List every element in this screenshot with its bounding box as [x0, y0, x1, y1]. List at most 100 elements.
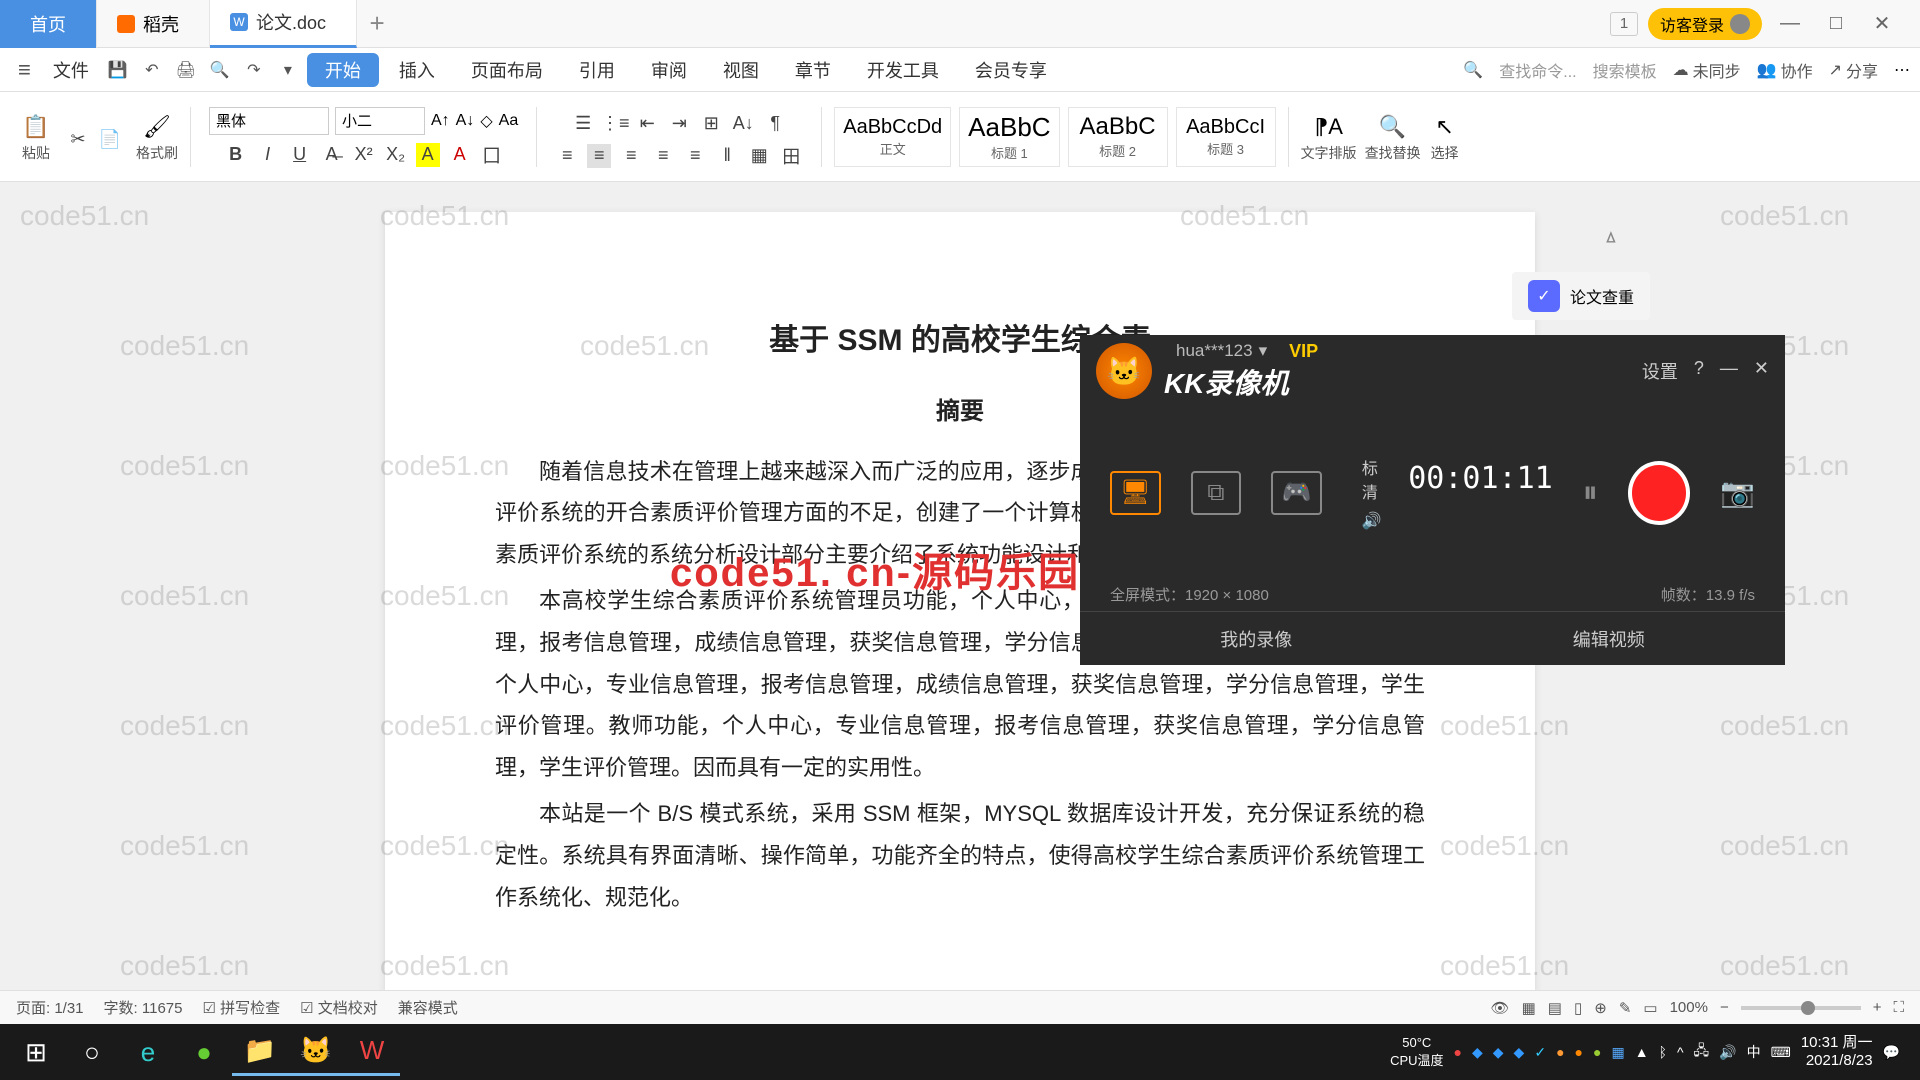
align-dist-icon[interactable]: ≡ — [683, 144, 707, 168]
kk-my-recordings[interactable]: 我的录像 — [1080, 612, 1433, 665]
tray-icon-5[interactable]: ✓ — [1534, 1044, 1546, 1061]
doc-proof[interactable]: ☑ 文档校对 — [300, 997, 378, 1018]
sort-icon[interactable]: A↓ — [731, 112, 755, 136]
explorer-icon[interactable]: 📁 — [232, 1028, 288, 1076]
search-command[interactable]: 查找命令... — [1499, 58, 1576, 82]
bold-icon[interactable]: B — [224, 143, 248, 167]
notification-icon[interactable]: 💬 — [1883, 1044, 1900, 1061]
tray-icon-8[interactable]: ● — [1593, 1044, 1601, 1060]
style-h1[interactable]: AaBbC 标题 1 — [959, 107, 1059, 167]
case-icon[interactable]: Aa — [499, 112, 519, 130]
kk-mode-game[interactable]: 🎮 — [1271, 471, 1322, 515]
tray-icon-9[interactable]: ▦ — [1611, 1044, 1624, 1061]
menu-file[interactable]: 文件 — [43, 57, 99, 83]
menu-start[interactable]: 开始 — [307, 53, 379, 87]
marks-icon[interactable]: ¶ — [763, 112, 787, 136]
tray-icon-3[interactable]: ◆ — [1493, 1044, 1504, 1061]
menu-chapter[interactable]: 章节 — [779, 48, 847, 92]
kk-edit-video[interactable]: 编辑视频 — [1433, 612, 1786, 665]
share-button[interactable]: ↗分享 — [1829, 58, 1878, 82]
keyboard-icon[interactable]: ⌨ — [1771, 1044, 1791, 1061]
kk-minimize-icon[interactable]: — — [1720, 358, 1738, 384]
copy-icon[interactable]: 📄 — [98, 128, 122, 152]
page-indicator[interactable]: 页面: 1/31 — [16, 997, 84, 1018]
text-tools[interactable]: ⁋A 文字排版 — [1301, 111, 1357, 163]
login-badge[interactable]: 访客登录 — [1648, 8, 1762, 40]
borders-icon[interactable]: 田 — [779, 144, 803, 168]
cortana-icon[interactable]: ○ — [64, 1028, 120, 1076]
cut-icon[interactable]: ✂ — [66, 128, 90, 152]
format-brush[interactable]: 🖌 格式刷 — [136, 111, 178, 163]
font-grow-icon[interactable]: A↑ — [431, 112, 450, 130]
outdent-icon[interactable]: ⇤ — [635, 112, 659, 136]
save-icon[interactable]: 💾 — [103, 55, 133, 85]
kk-mode-region[interactable]: ⧉ — [1191, 471, 1242, 515]
menu-insert[interactable]: 插入 — [383, 48, 451, 92]
align-justify-icon[interactable]: ≡ — [651, 144, 675, 168]
view-outline-icon[interactable]: ▤ — [1548, 999, 1562, 1017]
volume-icon[interactable]: 🔊 — [1719, 1044, 1736, 1061]
zoom-value[interactable]: 100% — [1670, 999, 1708, 1016]
dropdown-icon[interactable]: ▾ — [273, 55, 303, 85]
tray-icon-7[interactable]: ● — [1575, 1044, 1583, 1060]
view-read-icon[interactable]: ▯ — [1574, 999, 1582, 1017]
kk-help-icon[interactable]: ? — [1694, 358, 1704, 384]
font-name-select[interactable] — [209, 107, 329, 135]
kk-screenshot-icon[interactable]: 📷 — [1720, 476, 1755, 509]
align-left-icon[interactable]: ≡ — [555, 144, 579, 168]
tab-icon[interactable]: ⊞ — [699, 112, 723, 136]
wps-taskbar-icon[interactable]: W — [344, 1028, 400, 1076]
close-icon[interactable]: ✕ — [1864, 6, 1900, 42]
tray-icon-1[interactable]: ● — [1454, 1044, 1462, 1060]
hamburger-icon[interactable]: ≡ — [10, 57, 39, 83]
bullets-icon[interactable]: ☰ — [571, 112, 595, 136]
style-h2[interactable]: AaBbC 标题 2 — [1068, 107, 1168, 167]
kk-taskbar-icon[interactable]: 🐱 — [288, 1028, 344, 1076]
numbering-icon[interactable]: ⋮≡ — [603, 112, 627, 136]
style-normal[interactable]: AaBbCcDd 正文 — [834, 107, 951, 167]
redo-icon[interactable]: ↷ — [239, 55, 269, 85]
fit-icon[interactable]: ▭ — [1643, 999, 1657, 1017]
tray-icon-10[interactable]: ▲ — [1635, 1044, 1649, 1060]
select-tool[interactable]: ↖ 选择 — [1429, 111, 1461, 163]
kk-close-icon[interactable]: ✕ — [1754, 358, 1769, 384]
bluetooth-icon[interactable]: ᛒ — [1659, 1044, 1667, 1060]
menu-review[interactable]: 审阅 — [635, 48, 703, 92]
ie-icon[interactable]: e — [120, 1028, 176, 1076]
menu-vip[interactable]: 会员专享 — [959, 48, 1063, 92]
kk-settings[interactable]: 设置 — [1642, 358, 1678, 384]
eye-icon[interactable]: 👁 — [1491, 999, 1510, 1017]
menu-reference[interactable]: 引用 — [563, 48, 631, 92]
underline-icon[interactable]: U — [288, 143, 312, 167]
menu-layout[interactable]: 页面布局 — [455, 48, 559, 92]
shading-icon[interactable]: ▦ — [747, 144, 771, 168]
paste-button[interactable]: 📋 粘贴 — [20, 111, 52, 163]
coop-button[interactable]: 👥协作 — [1757, 58, 1813, 82]
print-icon[interactable]: 🖨 — [171, 55, 201, 85]
maximize-icon[interactable]: □ — [1818, 6, 1854, 42]
menu-view[interactable]: 视图 — [707, 48, 775, 92]
kk-recorder-window[interactable]: 🐱 hua***123▾ VIP KK录像机 设置 ? — ✕ 🖥 ⧉ 🎮 标清… — [1080, 335, 1785, 665]
clear-format-icon[interactable]: ◇ — [480, 111, 492, 131]
subscript-icon[interactable]: X₂ — [384, 143, 408, 167]
fullscreen-icon[interactable]: ⛶ — [1893, 999, 1904, 1016]
undo-icon[interactable]: ↶ — [137, 55, 167, 85]
pen-icon[interactable]: ✎ — [1619, 999, 1632, 1017]
kk-volume-icon[interactable]: 🔊 — [1362, 513, 1382, 530]
tray-icon-6[interactable]: ● — [1556, 1044, 1564, 1060]
indent-icon[interactable]: ⇥ — [667, 112, 691, 136]
kk-pause-button[interactable]: ⏸ — [1583, 476, 1598, 510]
font-color-icon[interactable]: A — [448, 143, 472, 167]
preview-icon[interactable]: 🔍 — [205, 55, 235, 85]
start-button[interactable]: ⊞ — [8, 1028, 64, 1076]
tab-document[interactable]: W 论文.doc — [210, 0, 357, 48]
char-border-icon[interactable]: 囗 — [480, 143, 504, 167]
strike-icon[interactable]: A̶ — [320, 143, 344, 167]
word-count[interactable]: 字数: 11675 — [104, 997, 183, 1018]
tab-add[interactable]: + — [357, 8, 397, 39]
spell-check[interactable]: ☑ 拼写检查 — [202, 997, 280, 1018]
italic-icon[interactable]: I — [256, 143, 280, 167]
find-replace[interactable]: 🔍 查找替换 — [1365, 111, 1421, 163]
tray-icon-4[interactable]: ◆ — [1514, 1044, 1525, 1061]
zoom-slider[interactable] — [1741, 1006, 1861, 1010]
